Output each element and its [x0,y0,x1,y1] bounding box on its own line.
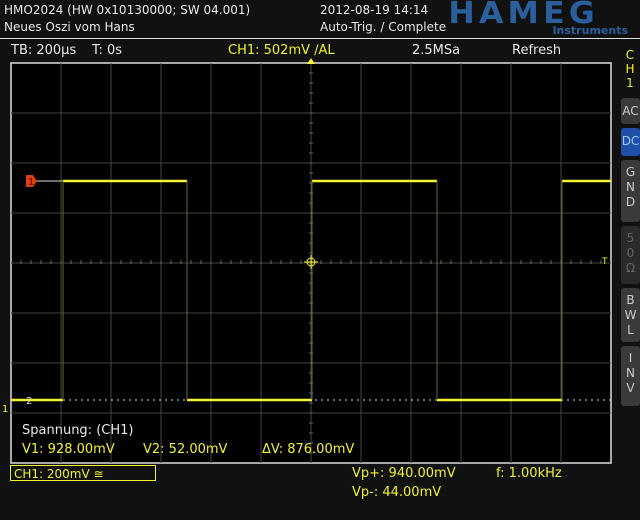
measure-title: Spannung: (CH1) [22,423,134,438]
button-label: INV [626,351,635,395]
ref2-marker-label: 2 [26,396,32,407]
channel-label: CH1 [625,48,635,90]
bandwidth-limit-button[interactable]: BWL [621,288,640,342]
button-label: BWL [624,293,637,337]
invert-button[interactable]: INV [621,346,640,406]
impedance-button-50ohm[interactable]: 50Ω [621,226,640,284]
coupling-button-gnd[interactable]: GND [621,160,640,222]
sample-rate: 2.5MSa [412,43,461,58]
coupling-button-dc[interactable]: DC [621,128,640,156]
measure-delta-v: ΔV: 876.00mV [262,442,355,457]
coupling-button-ac[interactable]: AC [621,98,640,124]
measure-v1: V1: 928.00mV [22,442,115,457]
ch1-scale: CH1: 200mV ≅ [14,467,104,481]
button-label: DC [621,134,640,148]
ground-marker: 1 [2,404,8,415]
ch1-marker-label: 1 [28,177,34,188]
trigger-position-marker [307,58,315,64]
acquisition-mode[interactable]: Refresh [512,43,561,58]
timebase[interactable]: TB: 200µs [11,43,76,58]
ch1-scale-box[interactable]: CH1: 200mV ≅ [10,465,156,481]
button-label: 50Ω [625,231,636,275]
vp-plus: Vp+: 940.00mV [352,466,456,481]
trigger-setting[interactable]: CH1: 502mV ∕AL [228,43,335,58]
vp-minus: Vp-: 44.00mV [352,485,442,500]
trigger-time[interactable]: T: 0s [92,43,122,58]
measure-v2: V2: 52.00mV [143,442,228,457]
button-label: GND [625,165,636,209]
trigger-level-marker: T [601,257,608,267]
button-label: AC [622,104,639,118]
frequency: f: 1.00kHz [496,466,562,481]
